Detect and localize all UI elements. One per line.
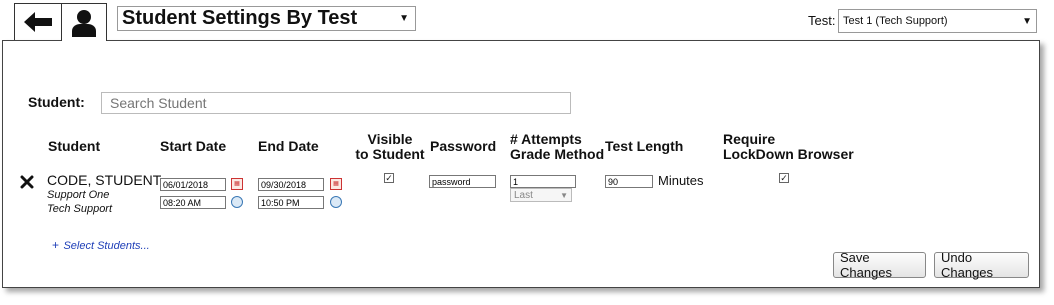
chevron-down-icon: ▼: [1022, 15, 1032, 27]
col-start-date: Start Date: [160, 138, 227, 154]
col-student: Student: [48, 138, 101, 154]
student-tab[interactable]: [61, 3, 107, 41]
start-date-input[interactable]: [160, 178, 226, 191]
col-lockdown: Require LockDown Browser: [723, 132, 854, 162]
start-time-input[interactable]: [160, 196, 226, 209]
col-lockdown-line2: LockDown Browser: [723, 146, 854, 162]
visible-to-student-checkbox[interactable]: ✓: [384, 173, 394, 183]
test-length-unit: Minutes: [658, 173, 704, 188]
search-input[interactable]: [101, 92, 571, 114]
close-icon: [20, 175, 34, 189]
col-visible-line1: Visible: [367, 131, 413, 147]
plus-icon: +: [52, 238, 60, 252]
grade-method-value: Last: [514, 189, 533, 201]
save-changes-button[interactable]: Save Changes: [833, 250, 926, 280]
col-attempts-line2: Grade Method: [510, 146, 605, 162]
user-icon: [72, 9, 96, 37]
password-input[interactable]: [429, 175, 496, 188]
search-label: Student:: [28, 94, 85, 110]
page-select[interactable]: Student Settings By Test ▼: [117, 6, 416, 31]
clock-icon[interactable]: [330, 196, 342, 208]
test-label: Test:: [808, 13, 836, 28]
grade-method-select[interactable]: Last ▼: [510, 188, 572, 202]
col-attempts: # Attempts Grade Method: [510, 132, 604, 162]
select-students-label: Select Students...: [63, 240, 150, 252]
student-name: CODE, STUDENT: [47, 172, 162, 188]
col-visible-line2: to Student: [355, 146, 425, 162]
chevron-down-icon: ▼: [399, 13, 409, 24]
chevron-down-icon: ▼: [560, 190, 568, 200]
col-password: Password: [430, 138, 497, 154]
calendar-icon[interactable]: ▦: [330, 178, 342, 190]
col-attempts-line1: # Attempts: [510, 131, 582, 147]
end-time-input[interactable]: [258, 196, 324, 209]
remove-student-icon[interactable]: [20, 175, 34, 194]
student-sub2: Tech Support: [47, 203, 113, 215]
page-title: Student Settings By Test: [122, 7, 358, 29]
calendar-icon[interactable]: ▦: [231, 178, 243, 190]
top-bar: Student Settings By Test ▼ Test: Test 1 …: [0, 0, 1054, 41]
select-students-link[interactable]: + Select Students...: [52, 236, 150, 254]
clock-icon[interactable]: [231, 196, 243, 208]
end-date-input[interactable]: [258, 178, 324, 191]
col-lockdown-line1: Require: [723, 131, 776, 147]
undo-changes-button[interactable]: Undo Changes: [934, 250, 1029, 280]
student-sub1: Support One: [47, 189, 110, 201]
back-button[interactable]: [14, 3, 61, 41]
settings-panel: Student: Student Start Date End Date Vis…: [2, 40, 1040, 288]
attempts-input[interactable]: [510, 175, 576, 188]
require-lockdown-checkbox[interactable]: ✓: [779, 173, 789, 183]
test-select[interactable]: Test 1 (Tech Support) ▼: [838, 9, 1037, 33]
test-length-input[interactable]: [605, 175, 653, 188]
back-arrow-icon: [24, 12, 52, 32]
test-select-value: Test 1 (Tech Support): [843, 15, 948, 27]
col-test-length: Test Length: [605, 138, 684, 154]
col-visible: Visible to Student: [355, 132, 425, 162]
col-end-date: End Date: [258, 138, 319, 154]
